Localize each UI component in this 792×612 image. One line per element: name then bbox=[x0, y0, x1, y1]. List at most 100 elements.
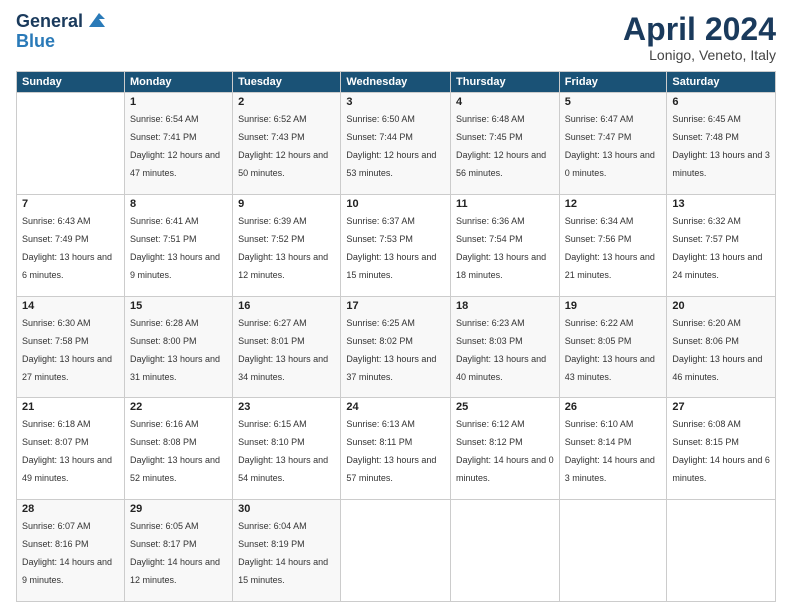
day-number: 11 bbox=[456, 198, 554, 210]
day-number: 4 bbox=[456, 96, 554, 108]
day-number: 12 bbox=[565, 198, 662, 210]
day-info: Sunrise: 6:36 AMSunset: 7:54 PMDaylight:… bbox=[456, 216, 546, 280]
calendar-cell: 22 Sunrise: 6:16 AMSunset: 8:08 PMDayligh… bbox=[124, 398, 232, 500]
day-info: Sunrise: 6:27 AMSunset: 8:01 PMDaylight:… bbox=[238, 318, 328, 382]
calendar-cell: 6 Sunrise: 6:45 AMSunset: 7:48 PMDaylight… bbox=[667, 93, 776, 195]
day-number: 6 bbox=[672, 96, 770, 108]
calendar-header-tuesday: Tuesday bbox=[233, 72, 341, 93]
calendar-cell: 17Sunrise: 6:25 AMSunset: 8:02 PMDayligh… bbox=[341, 296, 451, 398]
day-info: Sunrise: 6:32 AMSunset: 7:57 PMDaylight:… bbox=[672, 216, 762, 280]
day-number: 25 bbox=[456, 401, 554, 413]
day-number: 7 bbox=[22, 198, 119, 210]
calendar-week-4: 21 Sunrise: 6:18 AMSunset: 8:07 PMDayligh… bbox=[17, 398, 776, 500]
calendar-cell: 7 Sunrise: 6:43 AMSunset: 7:49 PMDaylight… bbox=[17, 194, 125, 296]
day-number: 3 bbox=[346, 96, 445, 108]
day-number: 28 bbox=[22, 503, 119, 515]
calendar-cell: 14Sunrise: 6:30 AMSunset: 7:58 PMDayligh… bbox=[17, 296, 125, 398]
logo: General Blue bbox=[16, 12, 107, 52]
day-info: Sunrise: 6:45 AMSunset: 7:48 PMDaylight:… bbox=[672, 114, 770, 178]
calendar-cell: 5 Sunrise: 6:47 AMSunset: 7:47 PMDaylight… bbox=[559, 93, 667, 195]
calendar-cell bbox=[559, 500, 667, 602]
calendar-table: SundayMondayTuesdayWednesdayThursdayFrid… bbox=[16, 71, 776, 602]
calendar-cell: 9 Sunrise: 6:39 AMSunset: 7:52 PMDaylight… bbox=[233, 194, 341, 296]
day-info: Sunrise: 6:07 AMSunset: 8:16 PMDaylight:… bbox=[22, 521, 112, 585]
day-info: Sunrise: 6:39 AMSunset: 7:52 PMDaylight:… bbox=[238, 216, 328, 280]
calendar-cell: 27 Sunrise: 6:08 AMSunset: 8:15 PMDayligh… bbox=[667, 398, 776, 500]
day-number: 1 bbox=[130, 96, 227, 108]
day-number: 18 bbox=[456, 300, 554, 312]
page: General Blue April 2024 Lonigo, Veneto, … bbox=[0, 0, 792, 612]
header: General Blue April 2024 Lonigo, Veneto, … bbox=[16, 12, 776, 63]
day-info: Sunrise: 6:10 AMSunset: 8:14 PMDaylight:… bbox=[565, 419, 655, 483]
day-number: 21 bbox=[22, 401, 119, 413]
logo-general: General bbox=[16, 12, 83, 32]
calendar-cell: 1 Sunrise: 6:54 AMSunset: 7:41 PMDaylight… bbox=[124, 93, 232, 195]
day-info: Sunrise: 6:08 AMSunset: 8:15 PMDaylight:… bbox=[672, 419, 770, 483]
day-info: Sunrise: 6:43 AMSunset: 7:49 PMDaylight:… bbox=[22, 216, 112, 280]
calendar-cell: 21 Sunrise: 6:18 AMSunset: 8:07 PMDayligh… bbox=[17, 398, 125, 500]
calendar-cell: 30 Sunrise: 6:04 AMSunset: 8:19 PMDayligh… bbox=[233, 500, 341, 602]
day-number: 23 bbox=[238, 401, 335, 413]
day-number: 16 bbox=[238, 300, 335, 312]
day-number: 29 bbox=[130, 503, 227, 515]
calendar-body: 1 Sunrise: 6:54 AMSunset: 7:41 PMDaylight… bbox=[17, 93, 776, 602]
day-info: Sunrise: 6:28 AMSunset: 8:00 PMDaylight:… bbox=[130, 318, 220, 382]
day-info: Sunrise: 6:47 AMSunset: 7:47 PMDaylight:… bbox=[565, 114, 655, 178]
calendar-week-2: 7 Sunrise: 6:43 AMSunset: 7:49 PMDaylight… bbox=[17, 194, 776, 296]
month-title: April 2024 bbox=[623, 12, 776, 47]
day-info: Sunrise: 6:13 AMSunset: 8:11 PMDaylight:… bbox=[346, 419, 436, 483]
day-info: Sunrise: 6:20 AMSunset: 8:06 PMDaylight:… bbox=[672, 318, 762, 382]
calendar-cell: 16 Sunrise: 6:27 AMSunset: 8:01 PMDayligh… bbox=[233, 296, 341, 398]
day-number: 24 bbox=[346, 401, 445, 413]
day-number: 27 bbox=[672, 401, 770, 413]
day-info: Sunrise: 6:52 AMSunset: 7:43 PMDaylight:… bbox=[238, 114, 328, 178]
day-number: 19 bbox=[565, 300, 662, 312]
calendar-cell bbox=[341, 500, 451, 602]
calendar-cell: 29 Sunrise: 6:05 AMSunset: 8:17 PMDayligh… bbox=[124, 500, 232, 602]
day-number: 8 bbox=[130, 198, 227, 210]
calendar-header-saturday: Saturday bbox=[667, 72, 776, 93]
calendar-header-wednesday: Wednesday bbox=[341, 72, 451, 93]
day-info: Sunrise: 6:30 AMSunset: 7:58 PMDaylight:… bbox=[22, 318, 112, 382]
day-number: 26 bbox=[565, 401, 662, 413]
day-info: Sunrise: 6:37 AMSunset: 7:53 PMDaylight:… bbox=[346, 216, 436, 280]
day-number: 20 bbox=[672, 300, 770, 312]
calendar-cell: 10 Sunrise: 6:37 AMSunset: 7:53 PMDayligh… bbox=[341, 194, 451, 296]
day-info: Sunrise: 6:15 AMSunset: 8:10 PMDaylight:… bbox=[238, 419, 328, 483]
day-info: Sunrise: 6:23 AMSunset: 8:03 PMDaylight:… bbox=[456, 318, 546, 382]
calendar-week-5: 28 Sunrise: 6:07 AMSunset: 8:16 PMDayligh… bbox=[17, 500, 776, 602]
calendar-cell bbox=[17, 93, 125, 195]
calendar-cell: 15Sunrise: 6:28 AMSunset: 8:00 PMDayligh… bbox=[124, 296, 232, 398]
day-number: 5 bbox=[565, 96, 662, 108]
calendar-week-1: 1 Sunrise: 6:54 AMSunset: 7:41 PMDaylight… bbox=[17, 93, 776, 195]
day-number: 9 bbox=[238, 198, 335, 210]
calendar-cell: 24 Sunrise: 6:13 AMSunset: 8:11 PMDayligh… bbox=[341, 398, 451, 500]
calendar-cell: 3 Sunrise: 6:50 AMSunset: 7:44 PMDaylight… bbox=[341, 93, 451, 195]
day-number: 10 bbox=[346, 198, 445, 210]
day-info: Sunrise: 6:54 AMSunset: 7:41 PMDaylight:… bbox=[130, 114, 220, 178]
day-number: 2 bbox=[238, 96, 335, 108]
day-info: Sunrise: 6:04 AMSunset: 8:19 PMDaylight:… bbox=[238, 521, 328, 585]
day-info: Sunrise: 6:18 AMSunset: 8:07 PMDaylight:… bbox=[22, 419, 112, 483]
calendar-cell: 2 Sunrise: 6:52 AMSunset: 7:43 PMDaylight… bbox=[233, 93, 341, 195]
calendar-cell: 25 Sunrise: 6:12 AMSunset: 8:12 PMDayligh… bbox=[451, 398, 560, 500]
calendar-cell: 26 Sunrise: 6:10 AMSunset: 8:14 PMDayligh… bbox=[559, 398, 667, 500]
day-info: Sunrise: 6:12 AMSunset: 8:12 PMDaylight:… bbox=[456, 419, 554, 483]
calendar-cell: 28 Sunrise: 6:07 AMSunset: 8:16 PMDayligh… bbox=[17, 500, 125, 602]
day-info: Sunrise: 6:50 AMSunset: 7:44 PMDaylight:… bbox=[346, 114, 436, 178]
day-info: Sunrise: 6:05 AMSunset: 8:17 PMDaylight:… bbox=[130, 521, 220, 585]
calendar-cell: 20 Sunrise: 6:20 AMSunset: 8:06 PMDayligh… bbox=[667, 296, 776, 398]
day-info: Sunrise: 6:41 AMSunset: 7:51 PMDaylight:… bbox=[130, 216, 220, 280]
calendar-cell: 19Sunrise: 6:22 AMSunset: 8:05 PMDayligh… bbox=[559, 296, 667, 398]
calendar-header-friday: Friday bbox=[559, 72, 667, 93]
day-number: 30 bbox=[238, 503, 335, 515]
title-block: April 2024 Lonigo, Veneto, Italy bbox=[623, 12, 776, 63]
day-number: 22 bbox=[130, 401, 227, 413]
day-number: 17 bbox=[346, 300, 445, 312]
calendar-cell: 13Sunrise: 6:32 AMSunset: 7:57 PMDayligh… bbox=[667, 194, 776, 296]
calendar-header-row: SundayMondayTuesdayWednesdayThursdayFrid… bbox=[17, 72, 776, 93]
day-info: Sunrise: 6:48 AMSunset: 7:45 PMDaylight:… bbox=[456, 114, 546, 178]
calendar-cell bbox=[451, 500, 560, 602]
day-info: Sunrise: 6:16 AMSunset: 8:08 PMDaylight:… bbox=[130, 419, 220, 483]
calendar-cell bbox=[667, 500, 776, 602]
